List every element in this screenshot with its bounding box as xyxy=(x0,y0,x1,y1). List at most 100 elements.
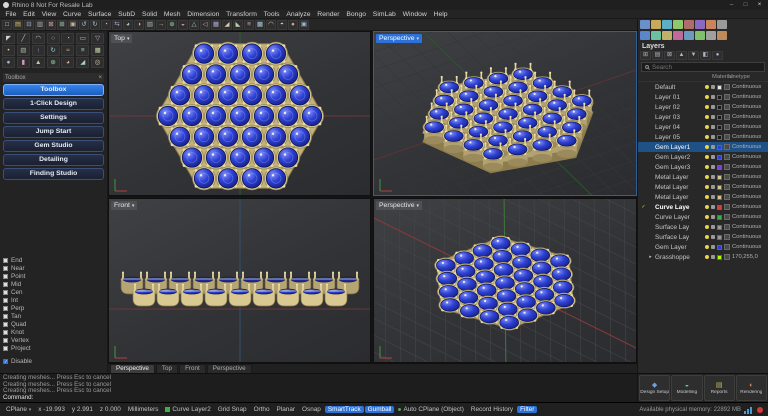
macros-panel-icon[interactable] xyxy=(673,31,683,40)
menu-item[interactable]: File xyxy=(2,11,20,18)
layer-name[interactable]: Curve Laye xyxy=(655,204,703,211)
copy-object-icon[interactable]: ⊕ xyxy=(167,20,177,30)
layer-row[interactable]: Metal Layer Continuous xyxy=(638,172,768,182)
layer-visibility-bulb-icon[interactable] xyxy=(705,125,709,129)
layer-linetype[interactable]: Continuous xyxy=(732,134,766,140)
join-icon[interactable]: ≡ xyxy=(244,20,254,30)
help-panel-icon[interactable] xyxy=(673,20,683,29)
osnap-item[interactable]: Tan xyxy=(3,312,69,320)
mirror-icon[interactable]: ◁ xyxy=(200,20,210,30)
layer-linetype[interactable]: Continuous xyxy=(732,154,766,160)
cplane-button[interactable]: CPlane ▾ xyxy=(3,406,34,413)
cut-icon[interactable]: ⊠ xyxy=(46,20,56,30)
surface-icon[interactable]: ▧ xyxy=(17,45,30,56)
chamfer-icon[interactable]: ◢ xyxy=(76,57,89,68)
layer-visibility-bulb-icon[interactable] xyxy=(705,165,709,169)
osnap-item[interactable]: Quad xyxy=(3,320,69,328)
osnap-item[interactable]: Vertex xyxy=(3,336,69,344)
rotate-view-icon[interactable]: ◕ xyxy=(123,20,133,30)
layer-color-swatch[interactable] xyxy=(717,255,722,260)
open-file-icon[interactable]: ▤ xyxy=(13,20,23,30)
viewport-menu-arrow[interactable]: ▾ xyxy=(127,36,130,42)
menu-item[interactable]: Curve xyxy=(60,11,85,18)
layer-row[interactable]: Layer 04 Continuous xyxy=(638,122,768,132)
layer-name[interactable]: Metal Layer xyxy=(655,194,703,201)
pan-icon[interactable]: ⇆ xyxy=(112,20,122,30)
layer-visibility-bulb-icon[interactable] xyxy=(705,215,709,219)
osnap-checkbox[interactable] xyxy=(3,338,8,343)
layer-material-icon[interactable] xyxy=(724,144,730,150)
osnap-checkbox[interactable] xyxy=(3,346,8,351)
layer-visibility-bulb-icon[interactable] xyxy=(705,155,709,159)
layer-material-icon[interactable] xyxy=(724,114,730,120)
layer-linetype[interactable]: Continuous xyxy=(732,244,766,250)
named-views-panel-icon[interactable] xyxy=(640,31,650,40)
layer-lock-icon[interactable] xyxy=(711,95,715,99)
layer-name[interactable]: Layer 04 xyxy=(655,124,703,131)
layer-linetype[interactable]: Continuous xyxy=(732,204,766,210)
layer-name[interactable]: Surface Lay xyxy=(655,234,703,241)
toolbox-button[interactable]: Settings xyxy=(3,112,104,124)
layer-linetype[interactable]: Continuous xyxy=(732,104,766,110)
layer-row[interactable]: Layer 01 Continuous xyxy=(638,92,768,102)
group-icon[interactable]: ▩ xyxy=(255,20,265,30)
layer-visibility-bulb-icon[interactable] xyxy=(705,205,709,209)
layer-linetype[interactable]: Continuous xyxy=(732,114,766,120)
layer-material-icon[interactable] xyxy=(724,184,730,190)
layer-visibility-bulb-icon[interactable] xyxy=(705,245,709,249)
layer-name[interactable]: Layer 03 xyxy=(655,114,703,121)
layer-color-swatch[interactable] xyxy=(717,215,722,220)
undo-icon[interactable]: ↺ xyxy=(79,20,89,30)
layer-color-swatch[interactable] xyxy=(717,235,722,240)
layer-name[interactable]: Gem Layer2 xyxy=(655,154,703,161)
layer-color-swatch[interactable] xyxy=(717,125,722,130)
viewport-top-canvas[interactable] xyxy=(109,32,371,196)
polygon-icon[interactable]: ▽ xyxy=(91,33,104,44)
viewport-top-label[interactable]: Top ▾ xyxy=(111,34,132,43)
sweep-icon[interactable]: ≈ xyxy=(61,45,74,56)
render-tools-icon[interactable]: ● xyxy=(288,20,298,30)
layer-color-swatch[interactable] xyxy=(717,195,722,200)
layer-lock-icon[interactable] xyxy=(711,105,715,109)
layer-row[interactable]: Surface Lay Continuous xyxy=(638,222,768,232)
osnap-item[interactable]: Cen xyxy=(3,288,69,296)
layer-name[interactable]: Curve Layer xyxy=(655,214,703,221)
save-icon[interactable]: ⊟ xyxy=(24,20,34,30)
layer-material-icon[interactable] xyxy=(724,124,730,130)
copy-icon[interactable]: ⊞ xyxy=(57,20,67,30)
shaded-view-icon[interactable]: ◑ xyxy=(134,20,144,30)
curve-tools-icon[interactable]: ◠ xyxy=(266,20,276,30)
viewport-top[interactable]: Top ▾ xyxy=(108,31,371,196)
fillet-icon[interactable]: ◕ xyxy=(61,57,74,68)
menu-item[interactable]: Bongo xyxy=(343,11,369,18)
osnap-checkbox[interactable] xyxy=(3,266,8,271)
layer-row[interactable]: Default Continuous xyxy=(638,82,768,92)
layer-visibility-bulb-icon[interactable] xyxy=(705,195,709,199)
cone-icon[interactable]: ▲ xyxy=(32,57,45,68)
layer-color-swatch[interactable] xyxy=(717,145,722,150)
layer-material-icon[interactable] xyxy=(724,104,730,110)
status-toggle[interactable]: Record History xyxy=(468,406,516,413)
osnap-item[interactable]: Project xyxy=(3,344,69,352)
move-down-icon[interactable]: ▼ xyxy=(688,51,699,60)
layer-name[interactable]: Default xyxy=(655,84,703,91)
layer-search-input[interactable] xyxy=(652,64,761,71)
status-toggle[interactable]: SmartTrack xyxy=(325,406,364,413)
osnap-item[interactable]: Perp xyxy=(3,304,69,312)
layer-lock-icon[interactable] xyxy=(711,255,715,259)
layer-row[interactable]: Surface Lay Continuous xyxy=(638,232,768,242)
units-button[interactable]: Millimeters xyxy=(125,406,162,413)
menu-item[interactable]: Solid xyxy=(139,11,161,18)
layer-row[interactable]: Gem Layer2 Continuous xyxy=(638,152,768,162)
layer-lock-icon[interactable] xyxy=(711,145,715,149)
maximize-button[interactable]: □ xyxy=(740,1,751,9)
layer-lock-icon[interactable] xyxy=(711,165,715,169)
viewport-tab[interactable]: Perspective xyxy=(110,364,155,373)
layer-material-icon[interactable] xyxy=(724,134,730,140)
close-button[interactable]: × xyxy=(754,1,765,9)
layer-color-swatch[interactable] xyxy=(717,225,722,230)
wireframe-icon[interactable]: ▧ xyxy=(145,20,155,30)
osnap-checkbox[interactable] xyxy=(3,314,8,319)
filter-layers-icon[interactable]: ◧ xyxy=(700,51,711,60)
osnap-item[interactable]: Knot xyxy=(3,328,69,336)
